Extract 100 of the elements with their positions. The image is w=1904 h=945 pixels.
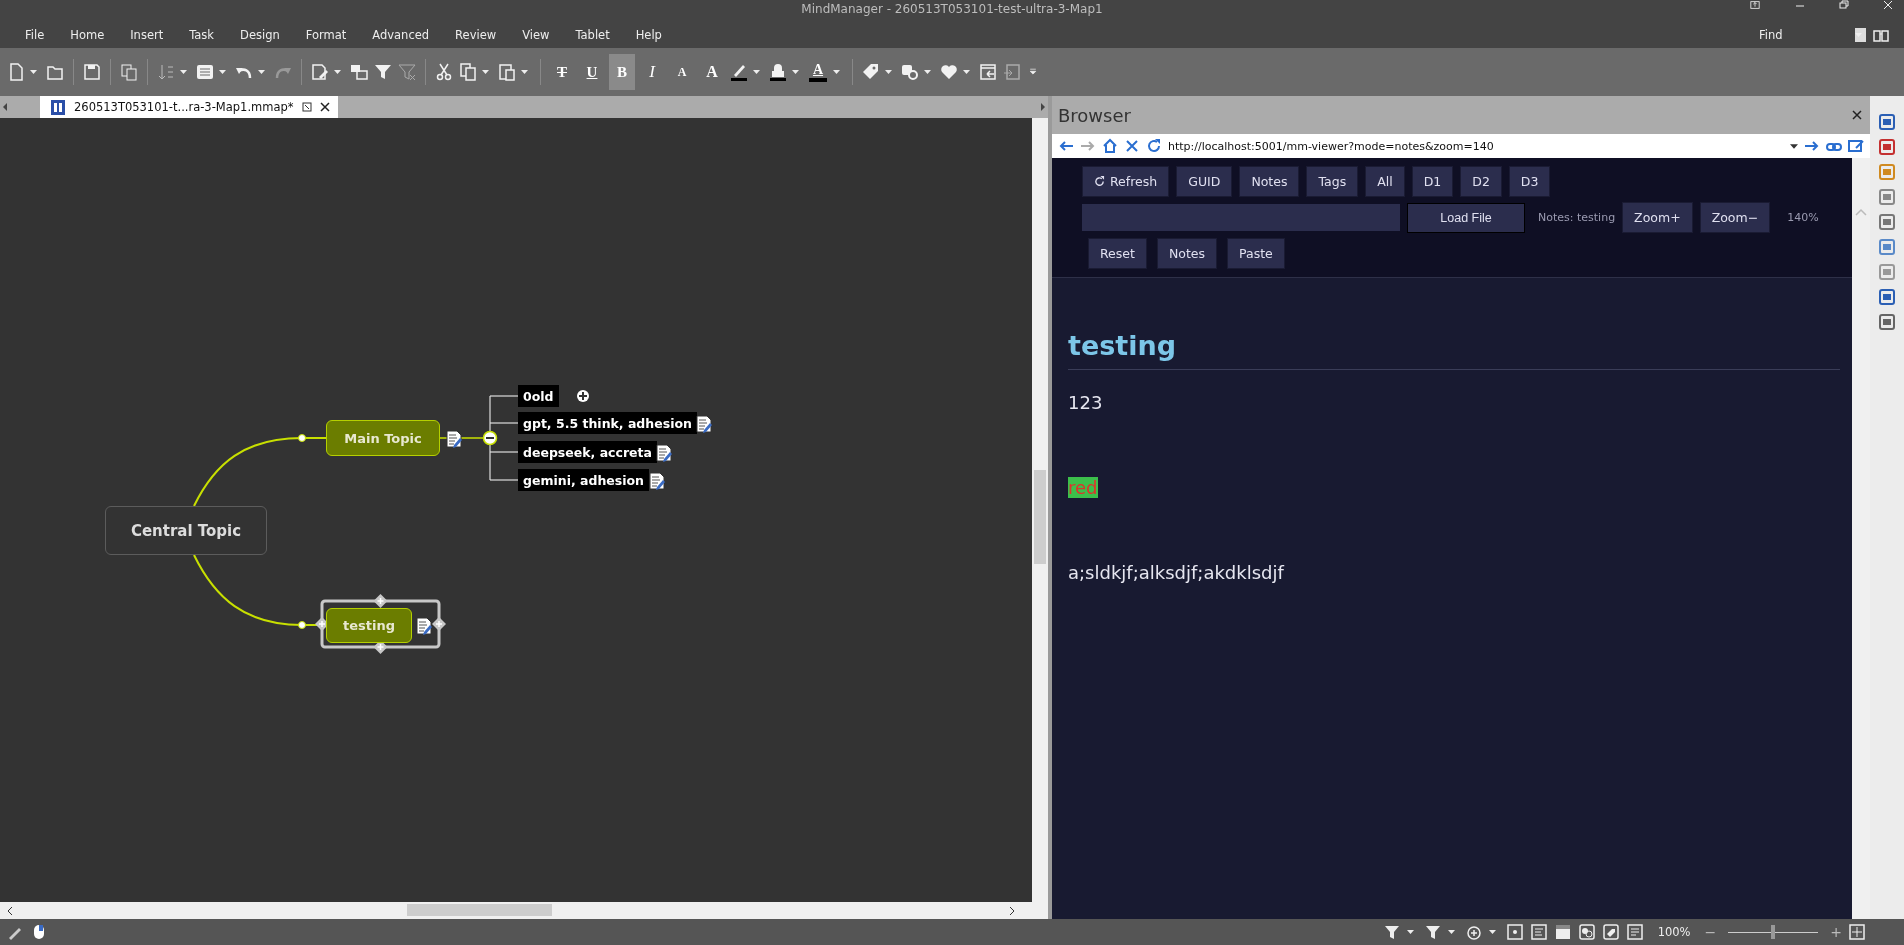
find-field[interactable]: Find: [1759, 28, 1849, 42]
refresh-icon[interactable]: [1146, 138, 1162, 154]
copy-icon[interactable]: [458, 62, 478, 82]
menu-item[interactable]: Review: [442, 28, 510, 42]
load-file-button[interactable]: Load File: [1407, 202, 1525, 233]
caret-icon[interactable]: [924, 70, 931, 74]
toolbar-button[interactable]: GUID: [1176, 166, 1233, 197]
copy-documents-icon[interactable]: [119, 62, 139, 82]
tag-icon[interactable]: [861, 62, 881, 82]
toolbar-button[interactable]: D3: [1508, 166, 1551, 197]
caret-icon[interactable]: [482, 70, 489, 74]
menu-item[interactable]: Tablet: [562, 28, 623, 42]
subtopic[interactable]: gpt, 5.5 think, adhesion: [518, 412, 697, 434]
cut-icon[interactable]: [434, 62, 454, 82]
side-panel-icon[interactable]: [1879, 189, 1895, 205]
menu-item[interactable]: Task: [176, 28, 228, 42]
add-topic-icon[interactable]: [1464, 923, 1483, 941]
slider-thumb[interactable]: [1771, 925, 1776, 939]
caret-icon[interactable]: [1447, 930, 1455, 934]
zoom-out-button[interactable]: −: [1704, 924, 1717, 940]
share-icon[interactable]: [1748, 0, 1762, 10]
format-button[interactable]: T: [549, 54, 575, 90]
line-color-icon[interactable]: [729, 62, 749, 82]
side-panel-icon[interactable]: [1879, 114, 1895, 130]
toolbar-button[interactable]: D2: [1460, 166, 1502, 197]
notes-list-icon[interactable]: [1625, 923, 1644, 941]
caret-icon[interactable]: [180, 70, 187, 74]
dropdown-icon[interactable]: [1790, 143, 1798, 149]
format-button[interactable]: A: [699, 54, 725, 90]
side-panel-icon[interactable]: [1879, 139, 1895, 155]
close-icon[interactable]: [1852, 110, 1862, 120]
toolbar-button[interactable]: Refresh: [1082, 166, 1170, 197]
note-icon[interactable]: [649, 472, 666, 490]
toolbar-button[interactable]: All: [1365, 166, 1405, 197]
caret-icon[interactable]: [792, 70, 799, 74]
main-topic[interactable]: testing: [326, 608, 412, 643]
menu-item[interactable]: Design: [227, 28, 293, 42]
note-icon[interactable]: [696, 415, 713, 433]
expand-icon[interactable]: [577, 390, 589, 402]
toolbar-button[interactable]: Notes: [1239, 166, 1300, 197]
menu-item[interactable]: Home: [57, 28, 118, 42]
side-panel-icon[interactable]: [1879, 289, 1895, 305]
format-button[interactable]: I: [639, 54, 665, 90]
save-icon[interactable]: [82, 62, 102, 82]
topics-icon[interactable]: [349, 62, 369, 82]
fill-color-icon[interactable]: [768, 62, 788, 82]
note-icon[interactable]: [446, 430, 463, 448]
central-topic[interactable]: Central Topic: [105, 506, 267, 555]
file-input[interactable]: [1082, 204, 1400, 231]
toolbar-button[interactable]: Paste: [1227, 238, 1285, 269]
side-panel-icon[interactable]: [1879, 214, 1895, 230]
toolbar-button[interactable]: D1: [1411, 166, 1454, 197]
subtopic[interactable]: 0old: [518, 385, 559, 407]
format-button[interactable]: A: [669, 54, 695, 90]
caret-icon[interactable]: [1488, 930, 1496, 934]
outline-icon[interactable]: [1529, 923, 1548, 941]
focus-icon[interactable]: [1505, 923, 1524, 941]
float-tab-icon[interactable]: [301, 102, 312, 112]
menu-item[interactable]: File: [12, 28, 58, 42]
paste-icon[interactable]: [497, 62, 517, 82]
note-edit-icon[interactable]: [310, 62, 330, 82]
menu-item[interactable]: View: [509, 28, 563, 42]
filter-clear-icon[interactable]: [1423, 923, 1442, 941]
fit-page-icon[interactable]: [1848, 923, 1866, 941]
menu-item[interactable]: Help: [622, 28, 675, 42]
caret-icon[interactable]: [30, 70, 37, 74]
stop-icon[interactable]: [1124, 138, 1140, 154]
close-icon[interactable]: [319, 102, 330, 112]
caret-icon[interactable]: [885, 70, 892, 74]
side-panel-icon[interactable]: [1879, 314, 1895, 330]
filter-icon[interactable]: [373, 62, 393, 82]
zoom-out-button[interactable]: Zoom−: [1699, 202, 1771, 233]
menu-item[interactable]: Format: [292, 28, 360, 42]
tag-icon[interactable]: [1601, 923, 1620, 941]
toolbar-button[interactable]: Notes: [1156, 238, 1218, 269]
note-icon[interactable]: [416, 617, 433, 635]
heart-icon[interactable]: [939, 62, 959, 82]
collapse-icon[interactable]: [482, 430, 498, 446]
caret-icon[interactable]: [258, 70, 265, 74]
toolbar-button[interactable]: Reset: [1088, 238, 1147, 269]
vertical-scrollbar[interactable]: [1032, 118, 1048, 902]
toolbar-button[interactable]: Tags: [1306, 166, 1359, 197]
caret-icon[interactable]: [753, 70, 760, 74]
caret-icon[interactable]: [334, 70, 341, 74]
caret-icon[interactable]: [833, 70, 840, 74]
caret-icon[interactable]: [219, 70, 226, 74]
home-icon[interactable]: [1102, 138, 1118, 154]
shuffle-icon[interactable]: [195, 62, 215, 82]
map-file-icon[interactable]: [50, 98, 66, 116]
restore-icon[interactable]: [1838, 0, 1850, 10]
link-icon[interactable]: [900, 62, 920, 82]
document-tab[interactable]: 260513T053101-t...ra-3-Map1.mmap*: [40, 96, 338, 118]
side-panel-icon[interactable]: [1879, 239, 1895, 255]
caret-icon[interactable]: [521, 70, 528, 74]
subtopic[interactable]: gemini, adhesion: [518, 469, 649, 491]
note-icon[interactable]: [656, 444, 673, 462]
horizontal-scrollbar[interactable]: [0, 902, 1048, 919]
menu-item[interactable]: Insert: [117, 28, 177, 42]
subtopic[interactable]: deepseek, accreta: [518, 441, 657, 463]
zoom-in-button[interactable]: +: [1830, 924, 1842, 940]
